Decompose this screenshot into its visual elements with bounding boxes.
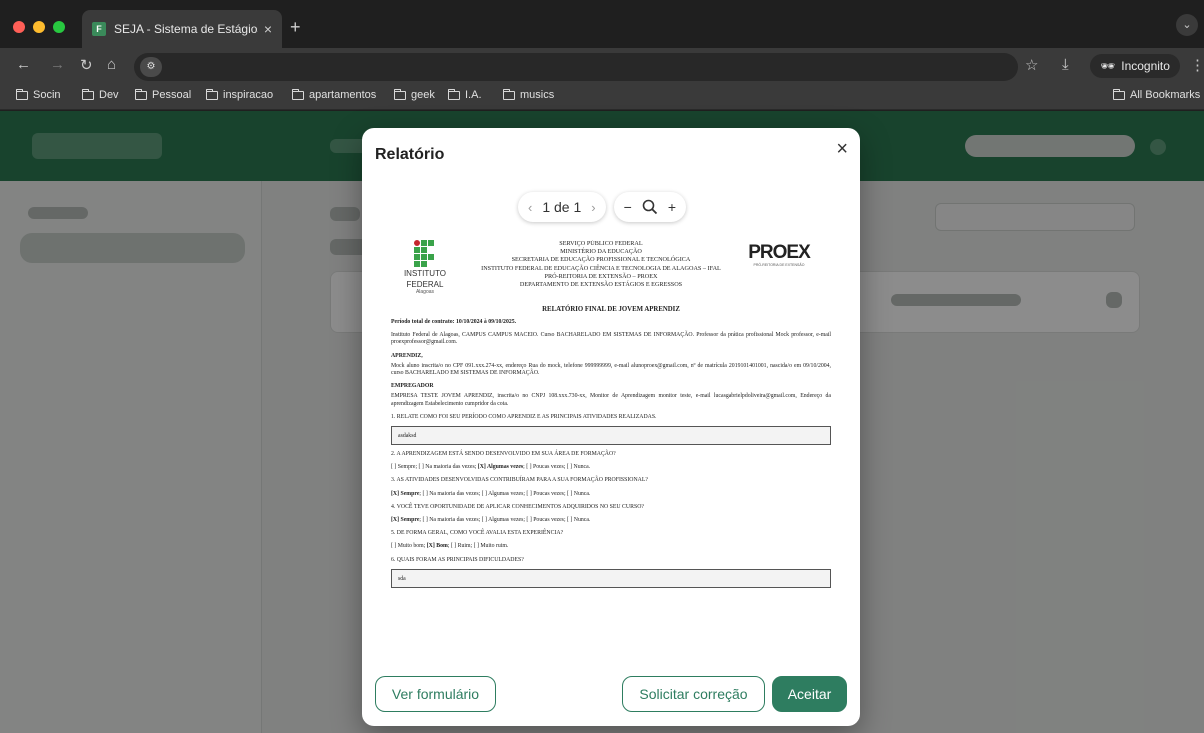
minimize-window-button[interactable] — [33, 21, 45, 33]
question-1: 1. RELATE COMO FOI SEU PERÍODO COMO APRE… — [391, 413, 657, 420]
document-header: INSTITUTO FEDERAL Alagoas SERVIÇO PÚBLIC… — [391, 240, 831, 302]
folder-icon — [205, 88, 218, 100]
folder-icon — [502, 88, 515, 100]
answer-1: asdaksd — [391, 426, 831, 446]
bookmarks-bar: Socin Dev Pessoal inspiracao apartamento… — [0, 84, 1204, 110]
download-icon[interactable]: ⤓ — [1062, 56, 1069, 73]
folder-icon — [291, 88, 304, 100]
bookmark-star-icon[interactable]: ☆ — [1025, 56, 1038, 74]
pdf-toolbar: ‹ 1 de 1 › − + — [518, 192, 686, 222]
zoom-in-icon[interactable]: + — [668, 199, 676, 215]
all-bookmarks[interactable]: All Bookmarks — [1112, 88, 1200, 101]
site-info-icon[interactable]: ⚙ — [140, 57, 162, 77]
question-5: 5. DE FORMA GERAL, COMO VOCÊ AVALIA ESTA… — [391, 530, 564, 537]
prev-page-icon[interactable]: ‹ — [528, 200, 532, 215]
empregador-label: EMPREGADOR — [391, 383, 434, 390]
forward-arrow-icon[interactable]: → — [50, 56, 65, 73]
folder-icon — [15, 88, 28, 100]
answer-5: [ ] Muito bom; [X] Bom; [ ] Ruim; [ ] Mu… — [391, 543, 509, 550]
pdf-pager: ‹ 1 de 1 › — [518, 192, 606, 222]
folder-icon — [447, 88, 460, 100]
address-bar[interactable]: ⚙ — [134, 53, 1018, 81]
incognito-icon: 🕶 — [1100, 59, 1116, 73]
question-4: 4. VOCÊ TEVE OPORTUNIDADE DE APLICAR CON… — [391, 503, 644, 510]
answer-2: [ ] Sempre; [ ] Na maioria das vezes; [X… — [391, 464, 591, 471]
bookmark-folder[interactable]: inspiracao — [205, 88, 273, 101]
view-form-button[interactable]: Ver formulário — [375, 676, 496, 712]
bookmark-folder[interactable]: Dev — [81, 88, 119, 101]
bookmark-folder[interactable]: geek — [393, 88, 435, 101]
tab-favicon-icon: F — [92, 22, 106, 36]
empregador-text: EMPRESA TESTE JOVEM APRENDIZ, inscrita/o… — [391, 393, 831, 407]
institution-text: Instituto Federal de Alagoas, CAMPUS CAM… — [391, 332, 831, 346]
tab-search-chevron-icon[interactable]: ⌄ — [1176, 14, 1198, 36]
home-icon[interactable]: ⌂ — [107, 56, 116, 73]
pdf-document: INSTITUTO FEDERAL Alagoas SERVIÇO PÚBLIC… — [391, 240, 831, 650]
zoom-out-icon[interactable]: − — [624, 199, 632, 215]
proex-logo: PROEX PRÓ-REITORIA DE EXTENSÃO — [748, 242, 811, 268]
close-window-button[interactable] — [13, 21, 25, 33]
incognito-badge[interactable]: 🕶 Incognito — [1090, 54, 1180, 78]
tab-close-icon[interactable]: × — [264, 21, 272, 37]
folder-icon — [134, 88, 147, 100]
question-6: 6. QUAIS FORAM AS PRINCIPAIS DIFICULDADE… — [391, 556, 524, 563]
ifal-logo: INSTITUTO FEDERAL Alagoas — [393, 240, 457, 295]
reload-icon[interactable]: ↻ — [80, 56, 93, 74]
folder-icon — [1112, 88, 1125, 100]
maximize-window-button[interactable] — [53, 21, 65, 33]
bookmark-folder[interactable]: Pessoal — [134, 88, 191, 101]
header-text: SERVIÇO PÚBLICO FEDERAL MINISTÉRIO DA ED… — [481, 240, 721, 289]
report-modal: Relatório × ‹ 1 de 1 › − + INSTITUTO FED — [362, 128, 860, 726]
bookmark-folder[interactable]: apartamentos — [291, 88, 376, 101]
menu-icon[interactable]: ⋮ — [1190, 56, 1204, 74]
accept-button[interactable]: Aceitar — [772, 676, 847, 712]
browser-tab[interactable]: F SEJA - Sistema de Estágios e × — [82, 10, 282, 48]
new-tab-button[interactable]: + — [290, 18, 301, 36]
next-page-icon[interactable]: › — [591, 200, 595, 215]
answer-3: [X] Sempre; [ ] Na maioria das vezes; [ … — [391, 490, 591, 497]
answer-6: sda — [391, 568, 831, 588]
bookmark-folder[interactable]: musics — [502, 88, 554, 101]
browser-tab-bar: F SEJA - Sistema de Estágios e × + ⌄ — [0, 0, 1204, 48]
close-icon[interactable]: × — [836, 138, 848, 161]
modal-title: Relatório — [375, 146, 445, 163]
document-title: RELATÓRIO FINAL DE JOVEM APRENDIZ — [542, 306, 680, 313]
back-arrow-icon[interactable]: ← — [16, 56, 31, 73]
answer-4: [X] Sempre; [ ] Na maioria das vezes; [ … — [391, 517, 591, 524]
tab-title: SEJA - Sistema de Estágios e — [114, 22, 258, 36]
magnifier-icon[interactable] — [642, 199, 658, 215]
ifal-logo-icon — [414, 240, 436, 267]
question-2: 2. A APRENDIZAGEM ESTÁ SENDO DESENVOLVID… — [391, 451, 616, 458]
question-3: 3. AS ATIVIDADES DESENVOLVIDAS CONTRIBUÍ… — [391, 477, 648, 484]
pdf-zoom: − + — [613, 192, 686, 222]
request-correction-button[interactable]: Solicitar correção — [622, 676, 765, 712]
bookmark-folder[interactable]: I.A. — [447, 88, 482, 101]
contract-period: Período total de contrato: 10/10/2024 à … — [391, 319, 517, 325]
page-indicator: 1 de 1 — [542, 199, 582, 215]
browser-toolbar: ← → ↻ ⌂ ⚙ ☆ ⤓ 🕶 Incognito ⋮ — [0, 48, 1204, 84]
aprendiz-text: Mock aluno inscrita/o no CPF 091.xxx.274… — [391, 362, 831, 377]
folder-icon — [393, 88, 406, 100]
bookmark-folder[interactable]: Socin — [15, 88, 61, 101]
aprendiz-label: APRENDIZ, — [391, 352, 423, 359]
incognito-label: Incognito — [1121, 59, 1170, 73]
folder-icon — [81, 88, 94, 100]
